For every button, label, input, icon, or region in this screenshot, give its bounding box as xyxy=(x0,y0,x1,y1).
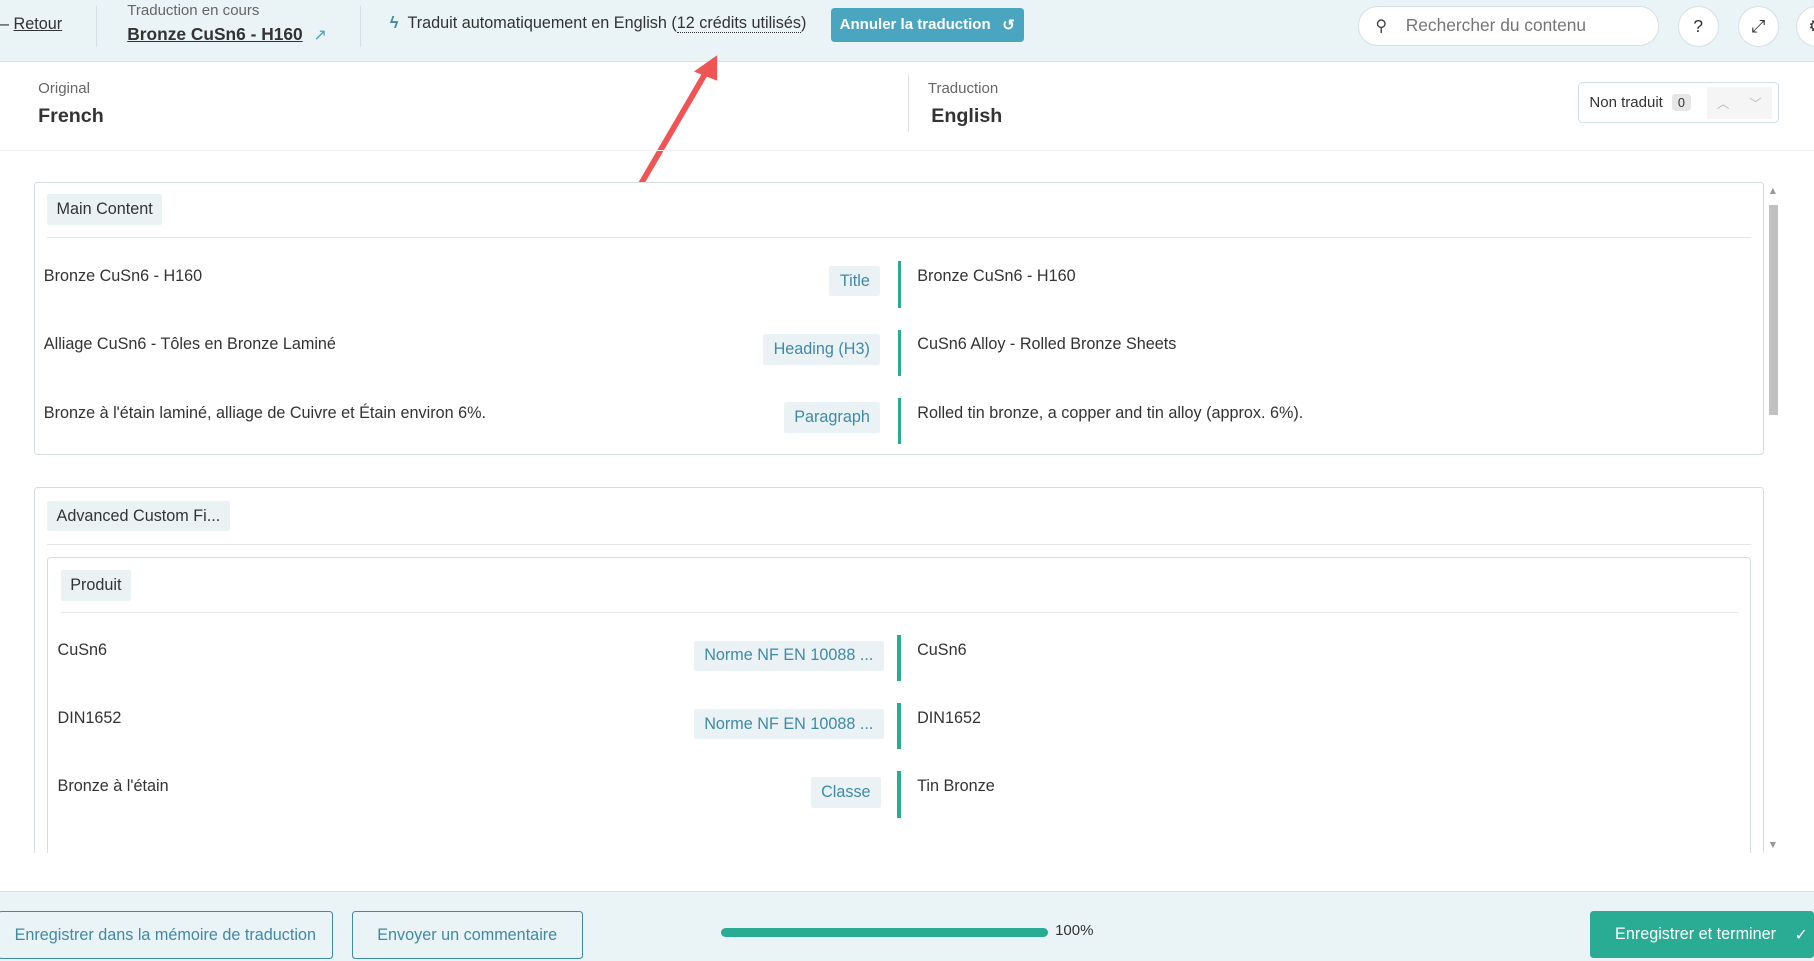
content-area: Main Content Bronze CuSn6 - H160 Title B… xyxy=(0,152,1814,853)
undo-icon: ↺ xyxy=(1002,16,1015,34)
status-bar xyxy=(897,771,901,818)
save-and-finish-button[interactable]: Enregistrer et terminer ✓ xyxy=(1589,911,1814,958)
divider xyxy=(908,74,910,132)
save-to-memory-button[interactable]: Enregistrer dans la mémoire de traductio… xyxy=(0,911,333,959)
back-label[interactable]: Retour xyxy=(14,15,63,33)
divider xyxy=(96,5,98,48)
section-main-content: Main Content Bronze CuSn6 - H160 Title B… xyxy=(33,181,1764,456)
status-bar xyxy=(897,329,902,376)
field-type-tag: Paragraph xyxy=(783,402,881,433)
credits-used[interactable]: 12 crédits utilisés xyxy=(676,13,801,33)
scroll-up-icon[interactable]: ▲ xyxy=(1768,186,1778,197)
section-title: Advanced Custom Fi... xyxy=(47,500,230,532)
segment-row[interactable]: DIN1652 Norme NF EN 10088 ... DIN1652 xyxy=(48,695,1750,762)
field-type-tag: Heading (H3) xyxy=(763,334,881,365)
segment-row[interactable]: Bronze CuSn6 - H160 Title Bronze CuSn6 -… xyxy=(35,251,1763,318)
expand-icon[interactable]: ⤢ xyxy=(1737,5,1779,48)
search-icon: ⚲ xyxy=(1375,16,1388,35)
target-text[interactable]: CuSn6 xyxy=(917,641,967,660)
target-text[interactable]: DIN1652 xyxy=(917,709,981,728)
status-bar xyxy=(897,397,902,445)
top-bar: – Retour Traduction en cours Bronze CuSn… xyxy=(0,0,1814,63)
divider xyxy=(47,236,1752,239)
target-text[interactable]: CuSn6 Alloy - Rolled Bronze Sheets xyxy=(917,335,1176,354)
help-icon[interactable]: ? xyxy=(1677,5,1719,48)
scrollbar[interactable]: ▲ ▼ xyxy=(1767,186,1781,851)
untranslated-count: 0 xyxy=(1672,94,1691,112)
external-link-icon[interactable]: ↗ xyxy=(314,25,328,45)
auto-translate-status: ϟ Traduit automatiquement en English (12… xyxy=(389,13,807,33)
source-text: DIN1652 xyxy=(57,708,122,727)
original-language: French xyxy=(38,105,104,128)
segment-row[interactable]: CuSn6 Norme NF EN 10088 ... CuSn6 xyxy=(48,627,1750,694)
back-link[interactable]: – Retour xyxy=(0,15,62,34)
target-text[interactable]: Rolled tin bronze, a copper and tin allo… xyxy=(917,404,1303,423)
untranslated-filter[interactable]: Non traduit 0 ︿ ﹀ xyxy=(1578,82,1779,124)
subsection-produit: Produit CuSn6 Norme NF EN 10088 ... CuSn… xyxy=(47,557,1752,853)
section-title: Main Content xyxy=(47,194,163,225)
source-text: Bronze CuSn6 - H160 xyxy=(43,267,203,286)
lightning-icon: ϟ xyxy=(389,13,399,32)
arrow-left-icon: – xyxy=(0,15,14,34)
chevron-down-icon[interactable]: ﹀ xyxy=(1739,87,1771,119)
segment-row[interactable]: Bronze à l'étain Classe Tin Bronze xyxy=(48,763,1750,830)
scroll-down-icon[interactable]: ▼ xyxy=(1768,840,1778,851)
language-header: Original French Traduction English xyxy=(0,62,1814,152)
target-text[interactable]: Bronze CuSn6 - H160 xyxy=(917,267,1075,286)
divider xyxy=(60,611,1739,613)
field-type-tag: Classe xyxy=(810,777,881,808)
auto-text: Traduit automatiquement en English ( xyxy=(407,13,677,32)
chevron-up-icon[interactable]: ︿ xyxy=(1707,87,1739,119)
source-text: CuSn6 xyxy=(57,640,108,659)
field-type-tag: Title xyxy=(829,265,881,297)
divider xyxy=(359,5,361,48)
progress-label: 100% xyxy=(1055,921,1094,939)
source-text: Alliage CuSn6 - Tôles en Bronze Laminé xyxy=(43,335,336,354)
segment-row[interactable]: Alliage CuSn6 - Tôles en Bronze Laminé H… xyxy=(35,319,1763,386)
translation-language: English xyxy=(931,105,1003,128)
footer: Enregistrer dans la mémoire de traductio… xyxy=(0,890,1814,961)
field-type-tag: Norme NF EN 10088 ... xyxy=(693,640,884,672)
scrollbar-thumb[interactable] xyxy=(1768,204,1779,416)
subsection-title: Produit xyxy=(60,570,131,601)
field-type-tag: Norme NF EN 10088 ... xyxy=(693,708,884,740)
status-bar xyxy=(897,634,901,682)
untranslated-label: Non traduit xyxy=(1589,94,1663,112)
auto-close: ) xyxy=(800,13,807,32)
search-input[interactable] xyxy=(1403,14,1640,38)
check-icon: ✓ xyxy=(1794,925,1809,944)
target-text[interactable]: Tin Bronze xyxy=(917,777,995,796)
search-box[interactable]: ⚲ xyxy=(1358,5,1659,46)
divider xyxy=(47,543,1752,545)
section-acf: Advanced Custom Fi... Produit CuSn6 Norm… xyxy=(33,487,1764,853)
document-title[interactable]: Bronze CuSn6 - H160 xyxy=(127,24,302,45)
cancel-label: Annuler la traduction xyxy=(839,16,991,34)
send-comment-button[interactable]: Envoyer un commentaire xyxy=(351,911,583,959)
original-label: Original xyxy=(38,79,90,97)
source-text: Bronze à l'étain xyxy=(57,777,169,796)
status-bar xyxy=(897,703,901,750)
status-label: Traduction en cours xyxy=(127,2,260,20)
status-bar xyxy=(897,261,902,308)
cancel-translation-button[interactable]: Annuler la traduction ↺ xyxy=(830,8,1024,42)
source-text: Bronze à l'étain laminé, alliage de Cuiv… xyxy=(43,403,486,422)
segment-row[interactable]: Bronze à l'étain laminé, alliage de Cuiv… xyxy=(35,387,1763,454)
save-finish-label: Enregistrer et terminer xyxy=(1615,925,1777,944)
progress-bar xyxy=(720,927,1049,937)
translation-label: Traduction xyxy=(927,79,999,97)
settings-icon[interactable]: ⚙ xyxy=(1795,5,1814,48)
